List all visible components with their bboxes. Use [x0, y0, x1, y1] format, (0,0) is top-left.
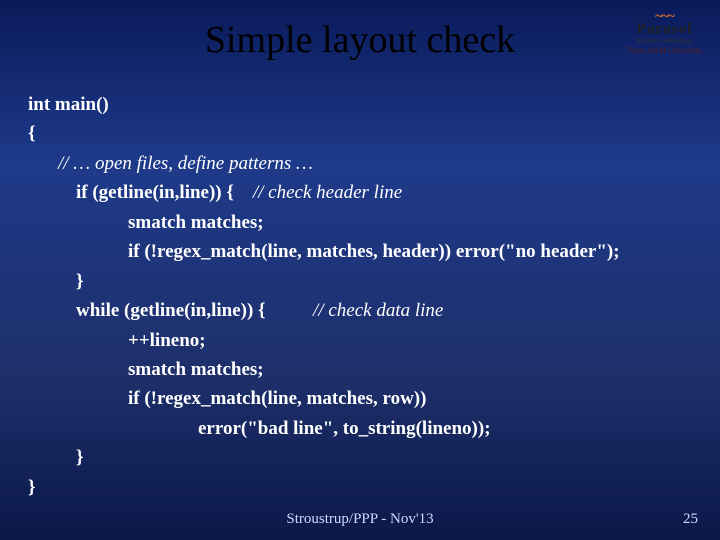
- footer-text: Stroustrup/PPP - Nov'13: [0, 511, 720, 528]
- code-line: if (!regex_match(line, matches, row)): [28, 384, 620, 413]
- page-number: 25: [683, 511, 698, 528]
- code-text: if (getline(in,line)) {: [76, 182, 234, 203]
- code-line: while (getline(in,line)) { // check data…: [28, 296, 620, 325]
- code-line: if (!regex_match(line, matches, header))…: [28, 237, 620, 266]
- code-line: error("bad line", to_string(lineno));: [28, 414, 620, 443]
- logo-tagline: Smarter computing.: [627, 38, 702, 45]
- code-line: if (getline(in,line)) { // check header …: [28, 178, 620, 207]
- code-line: int main(): [28, 90, 620, 119]
- code-line: ++lineno;: [28, 326, 620, 355]
- code-line: }: [28, 267, 620, 296]
- code-text: while (getline(in,line)) {: [76, 300, 266, 321]
- code-comment: // check data line: [313, 300, 443, 321]
- code-comment: // check header line: [253, 182, 402, 203]
- code-line: }: [28, 473, 620, 502]
- code-line: {: [28, 119, 620, 148]
- code-line: smatch matches;: [28, 208, 620, 237]
- logo-text: Parasol: [627, 22, 702, 37]
- code-block: int main() { // … open files, define pat…: [28, 90, 620, 502]
- code-line: smatch matches;: [28, 355, 620, 384]
- code-comment: // … open files, define patterns …: [28, 149, 620, 178]
- code-line: }: [28, 443, 620, 472]
- logo-university: Texas A&M University: [627, 47, 702, 55]
- parasol-logo: ~~~ Parasol Smarter computing. Texas A&M…: [627, 10, 702, 55]
- slide-title: Simple layout check: [0, 0, 720, 62]
